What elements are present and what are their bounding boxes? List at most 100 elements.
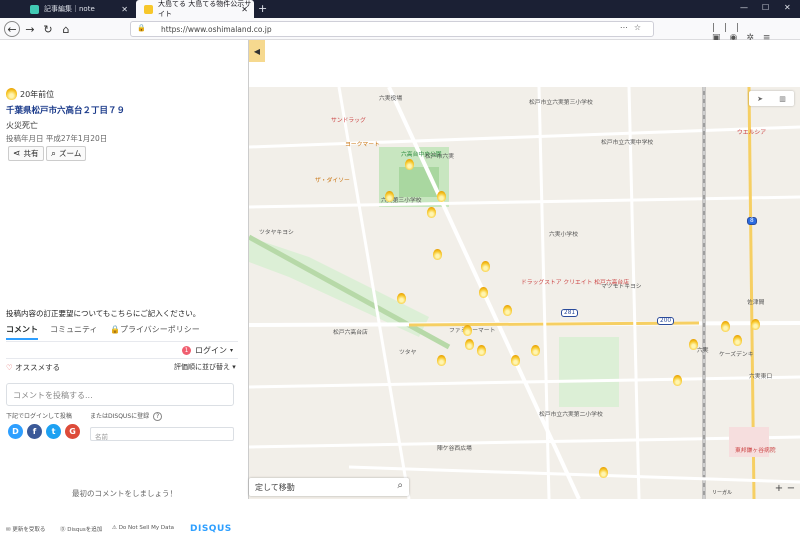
map-canvas[interactable]: 六実役場 松戸市立六実第三小学校 サンドラッグ ヨークマート 六高台中央公園 ザ・ダイソー… <box>249 87 800 499</box>
back-button[interactable]: ← <box>4 21 20 37</box>
comment-input[interactable]: コメントを投稿する... <box>6 383 234 406</box>
sort-label: 評価順に並び替え <box>174 363 230 371</box>
tab-close-icon[interactable]: ✕ <box>241 5 248 14</box>
login-with-label: 下記でログインして投稿 <box>6 413 72 420</box>
share-button[interactable]: ⋖ 共有 <box>8 146 44 161</box>
tab-comments[interactable]: コメント <box>6 324 38 340</box>
map-label: ヨークマート <box>345 142 380 148</box>
flame-favicon-icon <box>144 4 153 14</box>
first-comment-text: 最初のコメントをしましょう！ <box>72 489 177 498</box>
tab-community[interactable]: コミュニティ <box>50 324 98 335</box>
zoom-button[interactable]: ⌕ ズーム <box>46 146 87 161</box>
post-date: 投稿年月日 平成27年1月20日 <box>6 134 108 143</box>
map-label: サンドラッグ <box>331 118 366 124</box>
zoom-in-button[interactable]: + <box>773 483 785 495</box>
flame-marker-icon[interactable] <box>673 375 682 386</box>
years-ago-label: 20年前位 <box>20 89 55 99</box>
twitter-login-icon[interactable]: t <box>46 424 61 439</box>
route-number-badge: 281 <box>561 309 579 317</box>
login-button[interactable]: 1 ログイン ▾ <box>182 345 233 356</box>
incident-address: 千葉県松戸市六高台２丁目７９ <box>6 106 126 116</box>
map-search-box[interactable]: 定して移動 ⌕ <box>249 478 409 496</box>
flame-marker-icon[interactable] <box>437 355 446 366</box>
map-label: 六実東口 <box>749 374 773 380</box>
zoom-label: ズーム <box>59 149 82 158</box>
flame-marker-icon[interactable] <box>437 191 446 202</box>
minimize-icon[interactable]: — <box>740 3 748 12</box>
map-type-controls[interactable]: ➤ ▥ <box>749 91 794 106</box>
map-label: 六実 <box>697 348 709 354</box>
flame-marker-icon[interactable] <box>511 355 520 366</box>
maximize-icon[interactable]: ☐ <box>762 3 769 12</box>
flame-marker-icon[interactable] <box>479 287 488 298</box>
close-window-icon[interactable]: ✕ <box>784 3 791 12</box>
facebook-login-icon[interactable]: f <box>27 424 42 439</box>
flame-marker-icon[interactable] <box>503 305 512 316</box>
map-label: ケーズデンキ <box>719 352 754 358</box>
recommend-label: オススメする <box>15 363 61 372</box>
flame-marker-icon[interactable] <box>433 249 442 260</box>
flame-marker-icon[interactable] <box>405 159 414 170</box>
locate-icon[interactable]: ➤ <box>757 95 763 103</box>
route-number-badge: 8 <box>747 217 757 225</box>
share-icon: ⋖ <box>13 148 21 159</box>
register-text: またはDISQUSに登録 <box>90 413 150 420</box>
new-tab-button[interactable]: + <box>258 2 267 15</box>
flame-marker-icon[interactable] <box>465 339 474 350</box>
collapse-panel-button[interactable]: ◀ <box>249 40 265 62</box>
flame-marker-icon[interactable] <box>599 467 608 478</box>
register-label: またはDISQUSに登録 ? <box>90 411 163 421</box>
tab-note[interactable]: 記事編集｜note ✕ <box>22 0 134 18</box>
notification-badge: 1 <box>182 346 191 355</box>
sort-dropdown[interactable]: 評価順に並び替え ▾ <box>174 362 236 372</box>
forward-button[interactable]: → <box>22 21 38 37</box>
help-icon[interactable]: ? <box>153 412 163 421</box>
flame-marker-icon[interactable] <box>721 321 730 332</box>
url-bar[interactable]: 🔒 https://www.oshimaland.co.jp ⋯☆ <box>130 21 654 37</box>
flame-marker-icon[interactable] <box>385 191 394 202</box>
tab-privacy[interactable]: 🔒プライバシーポリシー <box>110 324 200 335</box>
add-disqus-link[interactable]: Ⓓ Disqusを追加 <box>60 525 102 533</box>
do-not-sell-link[interactable]: ⚠ Do Not Sell My Data <box>112 525 174 531</box>
map-label: ザ・ダイソー <box>315 178 350 184</box>
url-actions[interactable]: ⋯☆ <box>620 23 647 32</box>
login-label: ログイン <box>195 346 227 355</box>
disqus-footer: ✉ 更新を受取る Ⓓ Disqusを追加 ⚠ Do Not Sell My Da… <box>0 524 249 537</box>
flame-marker-icon[interactable] <box>481 261 490 272</box>
name-field[interactable]: 名前 <box>90 427 234 441</box>
chevron-down-icon: ▾ <box>232 363 236 371</box>
years-ago: 20年前位 <box>6 88 54 100</box>
zoom-out-button[interactable]: − <box>785 483 797 495</box>
correction-note: 投稿内容の訂正要望についてもこちらにご記入ください。 <box>6 309 201 318</box>
chevron-down-icon: ▾ <box>230 347 234 354</box>
reload-button[interactable]: ↻ <box>40 21 56 37</box>
map-layer-icon[interactable]: ▥ <box>779 95 786 103</box>
flame-marker-icon[interactable] <box>531 345 540 356</box>
disqus-logo[interactable]: DISQUS <box>190 524 232 534</box>
tab-oshimaland[interactable]: 大島てる 大島てる物件公示サイト ✕ <box>136 0 254 18</box>
disqus-login-icon[interactable]: D <box>8 424 23 439</box>
map-label: 松戸市六実 <box>425 154 454 160</box>
tab-privacy-label: プライバシーポリシー <box>119 325 200 334</box>
map-label: ウエルシア <box>737 130 766 136</box>
google-login-icon[interactable]: G <box>65 424 80 439</box>
subscribe-link[interactable]: ✉ 更新を受取る <box>6 525 45 533</box>
disqus-tabs: コメント コミュニティ 🔒プライバシーポリシー <box>6 324 238 342</box>
flame-marker-icon[interactable] <box>427 207 436 218</box>
map-label: 松戸六高台店 <box>333 330 368 336</box>
incident-panel: 20年前位 千葉県松戸市六高台２丁目７９ 火災死亡 投稿年月日 平成27年1月2… <box>0 40 249 534</box>
map-attribution: リーガル <box>712 490 733 496</box>
map-label: ツタヤ <box>399 350 417 356</box>
map-label: 六実役場 <box>379 96 403 102</box>
flame-marker-icon[interactable] <box>397 293 406 304</box>
search-icon[interactable]: ⌕ <box>397 480 403 491</box>
flame-marker-icon[interactable] <box>463 325 472 336</box>
recommend-button[interactable]: ♡ オススメする <box>6 362 60 373</box>
tab-close-icon[interactable]: ✕ <box>121 5 128 14</box>
flame-marker-icon[interactable] <box>751 319 760 330</box>
flame-marker-icon[interactable] <box>733 335 742 346</box>
home-button[interactable]: ⌂ <box>58 21 74 37</box>
url-text: https://www.oshimaland.co.jp <box>161 24 272 34</box>
flame-marker-icon[interactable] <box>477 345 486 356</box>
flame-marker-icon[interactable] <box>689 339 698 350</box>
